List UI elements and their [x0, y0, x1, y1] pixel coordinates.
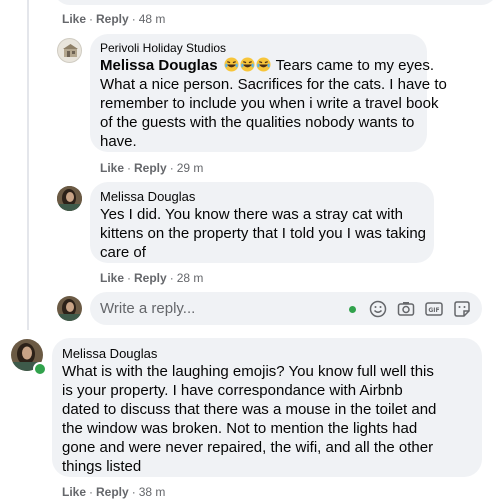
profile-photo-icon [57, 296, 82, 321]
timestamp[interactable]: 48 m [139, 12, 166, 26]
profile-photo-icon [57, 186, 82, 211]
rolling-on-floor-laughing-emoji-icon [256, 57, 271, 72]
typing-indicator-dot [349, 306, 356, 313]
comment-line: of the guests with the qualities nobody … [100, 114, 415, 131]
page-avatar[interactable] [57, 38, 82, 63]
comment-line: What is with the laughing emojis? You kn… [62, 363, 434, 380]
timestamp[interactable]: 28 m [177, 271, 204, 285]
online-status-dot [33, 362, 47, 376]
comment-line: What a nice person. Sacrifices for the c… [100, 76, 447, 93]
camera-icon[interactable] [396, 299, 416, 319]
comment-line: dated to discuss that there was a mouse … [62, 401, 437, 418]
separator: · [169, 161, 174, 175]
comment-line: care of [100, 244, 146, 261]
comment-text: What is with the laughing emojis? You kn… [62, 362, 480, 476]
separator: · [89, 485, 94, 499]
comment-line: gone and were never repaired, the wifi, … [62, 439, 434, 456]
laughing-emojis [224, 57, 276, 74]
thread-line [27, 0, 29, 330]
composer-avatar[interactable] [57, 296, 82, 321]
comment-meta: Like · Reply · 38 m [62, 485, 165, 499]
rolling-on-floor-laughing-emoji-icon [240, 57, 255, 72]
like-link[interactable]: Like [100, 271, 124, 285]
timestamp[interactable]: 29 m [177, 161, 204, 175]
comment-meta: Like · Reply · 48 m [62, 12, 165, 26]
comment-line: the window was broken. Not to mention th… [62, 420, 418, 437]
sticker-icon[interactable] [452, 299, 472, 319]
author-name[interactable]: Melissa Douglas [100, 57, 218, 74]
emoji-icon[interactable] [368, 299, 388, 319]
comment-text: Yes I did. You know there was a stray ca… [100, 205, 430, 262]
like-link[interactable]: Like [100, 161, 124, 175]
comment-bubble-partial [53, 0, 498, 5]
separator: · [169, 271, 174, 285]
reply-link[interactable]: Reply [134, 271, 167, 285]
gif-icon[interactable]: GIF [424, 299, 444, 319]
like-link[interactable]: Like [62, 485, 86, 499]
reply-link[interactable]: Reply [134, 161, 167, 175]
separator: · [131, 485, 136, 499]
separator: · [89, 12, 94, 26]
author-name[interactable]: Melissa Douglas [62, 346, 157, 361]
comment-line: things listed [62, 458, 142, 475]
comment-line: Yes I did. You know there was a stray ca… [100, 206, 403, 223]
rolling-on-floor-laughing-emoji-icon [224, 57, 239, 72]
comment-text: Melissa Douglas Tears came to my eyes. W… [100, 56, 447, 151]
svg-text:GIF: GIF [428, 307, 439, 314]
separator: · [127, 271, 132, 285]
comment-meta: Like · Reply · 29 m [100, 161, 203, 175]
comment-line: have. [100, 133, 137, 150]
author-name[interactable]: Melissa Douglas [100, 189, 195, 204]
comment-line: is your property. I have correspondance … [62, 382, 403, 399]
separator: · [127, 161, 132, 175]
reply-link[interactable]: Reply [96, 12, 129, 26]
comment-line: Tears came to my eyes. [275, 57, 435, 74]
separator: · [131, 12, 136, 26]
avatar[interactable] [57, 186, 82, 211]
comment-line: kittens on the property that I told you … [100, 225, 427, 242]
timestamp[interactable]: 38 m [139, 485, 166, 499]
comment-line: remember to include you when i write a t… [100, 95, 439, 112]
page-name[interactable]: Perivoli Holiday Studios [100, 41, 226, 55]
comment-meta: Like · Reply · 28 m [100, 271, 203, 285]
studio-logo-icon [63, 44, 78, 57]
like-link[interactable]: Like [62, 12, 86, 26]
reply-placeholder[interactable]: Write a reply... [100, 300, 195, 317]
reply-link[interactable]: Reply [96, 485, 129, 499]
